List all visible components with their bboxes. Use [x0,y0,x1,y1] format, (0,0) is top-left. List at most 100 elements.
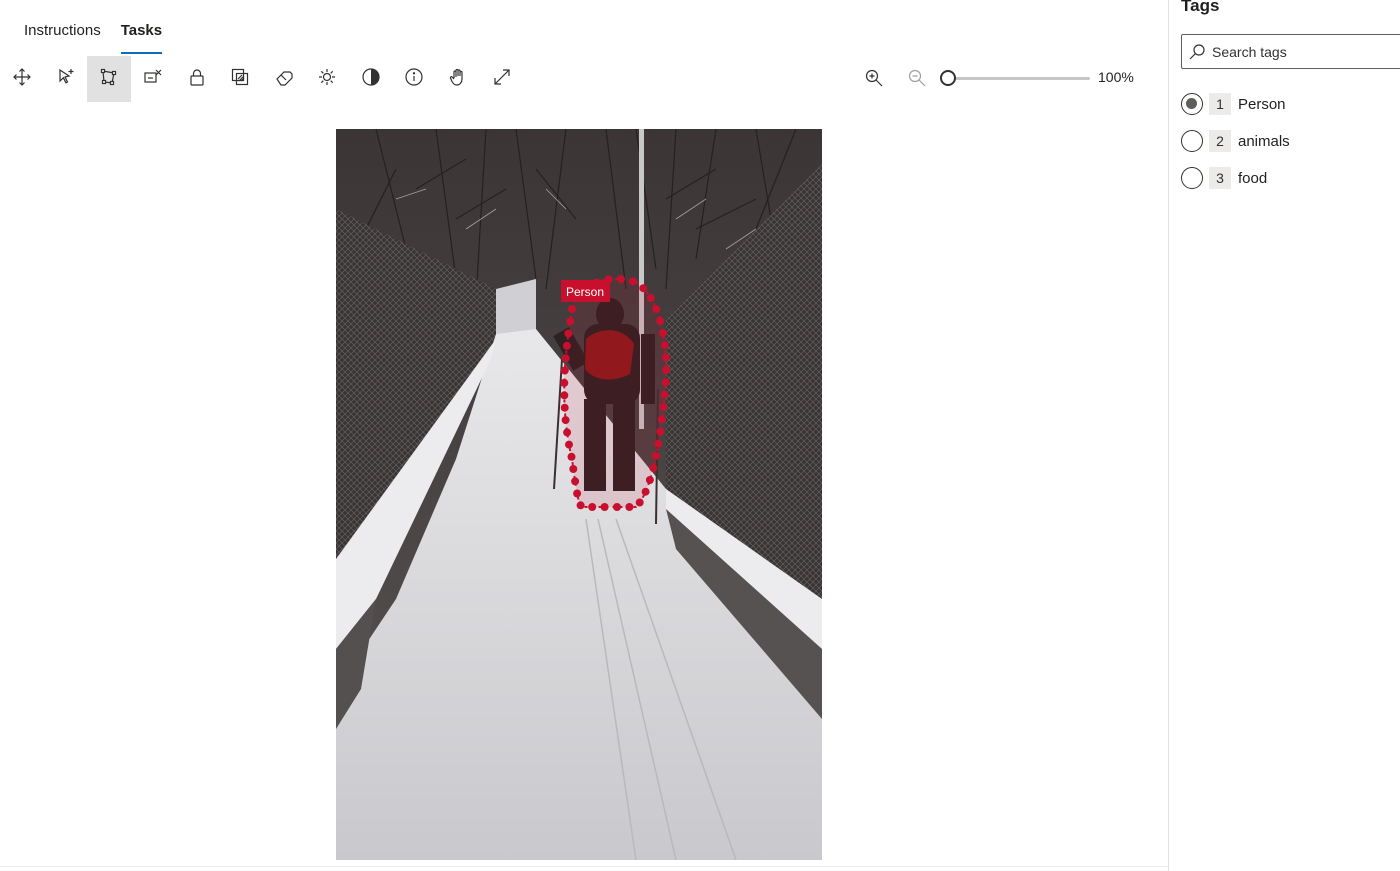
polygon-vertex[interactable] [573,489,582,498]
tag-number: 2 [1209,130,1231,152]
lock-icon [187,67,207,92]
search-tags-box[interactable] [1181,34,1400,69]
polygon-tool-button[interactable] [87,56,131,102]
layers-tool-button[interactable] [218,56,262,102]
polygon-vertex[interactable] [561,416,570,425]
polygon-vertex[interactable] [560,391,569,400]
eraser-icon [274,67,294,92]
tab-instructions[interactable]: Instructions [14,14,111,54]
zoom-slider-track[interactable] [948,77,1090,80]
fit-expand-icon [492,67,512,92]
polygon-vertex[interactable] [565,440,573,449]
polygon-vertex[interactable] [561,354,570,363]
polygon-vertex[interactable] [563,428,572,437]
search-tags-input[interactable] [1212,43,1392,60]
remove-region-tool-button[interactable] [131,56,175,102]
tag-radio-person[interactable] [1181,93,1203,115]
polygon-vertex[interactable] [656,316,665,325]
polygon-vertex[interactable] [645,476,654,484]
tag-label: Person [1238,95,1286,113]
polygon-vertex[interactable] [616,275,625,283]
polygon-vertex[interactable] [635,498,644,507]
polygon-vertex[interactable] [569,465,578,473]
contrast-icon [361,67,381,92]
annotation-label: Person [566,285,604,299]
brightness-tool-button[interactable] [305,56,349,102]
polygon-vertex[interactable] [646,294,655,302]
polygon-vertex[interactable] [659,403,668,411]
fit-expand-tool-button[interactable] [480,56,524,102]
polygon-vertex[interactable] [661,353,670,362]
polygon-vertex[interactable] [657,415,666,424]
zoom-slider-thumb[interactable] [940,70,956,86]
info-icon [404,67,424,92]
polygon-vertex[interactable] [625,503,634,511]
polygon-vertex[interactable] [660,390,669,399]
tag-number: 3 [1209,167,1231,189]
polygon-vertex[interactable] [660,341,669,350]
lock-tool-button[interactable] [175,56,219,102]
layers-icon [230,67,250,92]
tag-radio-food[interactable] [1181,167,1203,189]
workspace-bottom-divider [0,866,1168,867]
info-tool-button[interactable] [392,56,436,102]
polygon-vertex[interactable] [649,464,658,473]
select-add-tool-button[interactable] [44,56,88,102]
tab-tasks[interactable]: Tasks [111,14,172,54]
polygon-vertex[interactable] [560,378,569,387]
polygon-vertex[interactable] [656,427,665,436]
tag-item-person[interactable]: 1 Person [1181,90,1286,118]
polygon-tool-icon [99,67,119,92]
labeling-workspace: Instructions Tasks 100% Person [0,0,1168,871]
tab-bar: Instructions Tasks [14,14,172,54]
polygon-vertex[interactable] [661,378,670,387]
move-icon [12,67,32,92]
polygon-vertex[interactable] [639,284,648,293]
polygon-vertex[interactable] [654,439,663,448]
zoom-in-button[interactable] [860,66,888,94]
image-canvas[interactable]: Person [336,129,822,860]
polygon-vertex[interactable] [562,341,571,350]
polygon-vertex[interactable] [560,403,569,412]
pan-hand-icon [448,67,468,92]
labeling-app: Instructions Tasks 100% Person Tags Sear… [0,0,1400,871]
polygon-vertex[interactable] [652,452,660,460]
polygon-vertex[interactable] [560,366,569,375]
polygon-vertex[interactable] [567,452,576,461]
brightness-icon [317,67,337,92]
zoom-out-icon [907,68,927,93]
polygon-vertex[interactable] [600,503,609,511]
polygon-vertex[interactable] [652,305,661,314]
zoom-level-value: 100% [1098,69,1134,85]
polygon-vertex[interactable] [659,329,667,337]
move-tool-button[interactable] [0,56,44,102]
tag-radio-animals[interactable] [1181,130,1203,152]
zoom-slider[interactable] [940,68,1090,88]
polygon-vertex[interactable] [613,503,621,511]
search-icon [1182,35,1212,68]
polygon-vertex[interactable] [641,487,650,496]
pan-tool-button[interactable] [436,56,480,102]
contrast-tool-button[interactable] [349,56,393,102]
polygon-vertex[interactable] [566,317,575,326]
select-add-icon [56,67,76,92]
polygon-vertex[interactable] [629,277,637,286]
eraser-tool-button[interactable] [262,56,306,102]
tag-label: food [1238,169,1268,187]
tag-number: 1 [1209,93,1231,115]
zoom-in-icon [864,68,884,93]
tag-item-animals[interactable]: 2 animals [1181,127,1290,155]
tag-label: animals [1238,132,1290,150]
snow-path-photo: Person [336,129,822,860]
polygon-vertex[interactable] [571,477,580,486]
tag-item-food[interactable]: 3 food [1181,164,1267,192]
polygon-vertex[interactable] [568,305,576,313]
tags-panel: Tags 1 Person 2 animals 3 food [1168,0,1400,871]
polygon-vertex[interactable] [662,365,671,374]
polygon-vertex[interactable] [576,501,585,510]
zoom-out-button[interactable] [903,66,931,94]
tags-panel-title: Tags [1181,0,1220,15]
remove-region-icon [143,67,163,92]
polygon-vertex[interactable] [564,329,573,338]
polygon-vertex[interactable] [588,503,597,511]
